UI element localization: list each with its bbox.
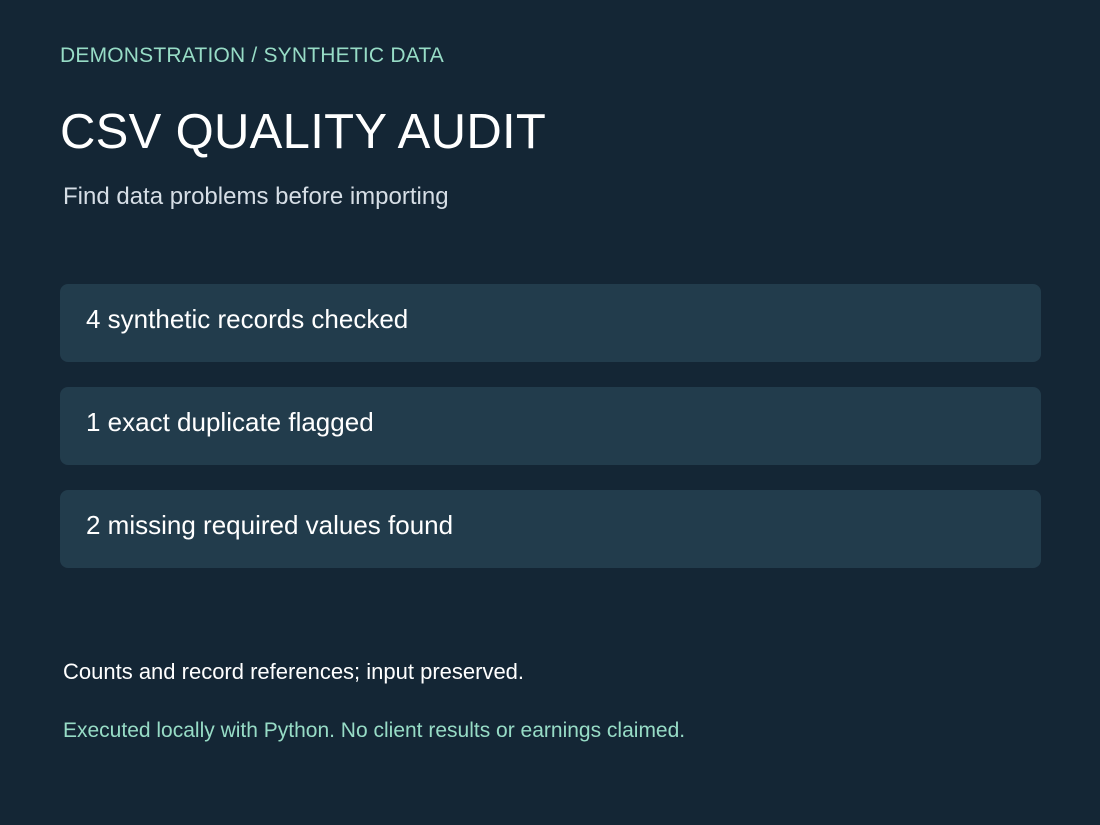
page-title: CSV QUALITY AUDIT <box>60 105 547 159</box>
footer-disclaimer: Executed locally with Python. No client … <box>63 719 686 742</box>
findings-list: 4 synthetic records checked 1 exact dupl… <box>60 284 1041 593</box>
finding-card-missing-values: 2 missing required values found <box>60 490 1041 568</box>
eyebrow-label: DEMONSTRATION / SYNTHETIC DATA <box>60 44 445 67</box>
finding-card-duplicates: 1 exact duplicate flagged <box>60 387 1041 465</box>
finding-card-records-checked: 4 synthetic records checked <box>60 284 1041 362</box>
footer-note: Counts and record references; input pres… <box>63 659 525 684</box>
page-subtitle: Find data problems before importing <box>63 183 449 210</box>
